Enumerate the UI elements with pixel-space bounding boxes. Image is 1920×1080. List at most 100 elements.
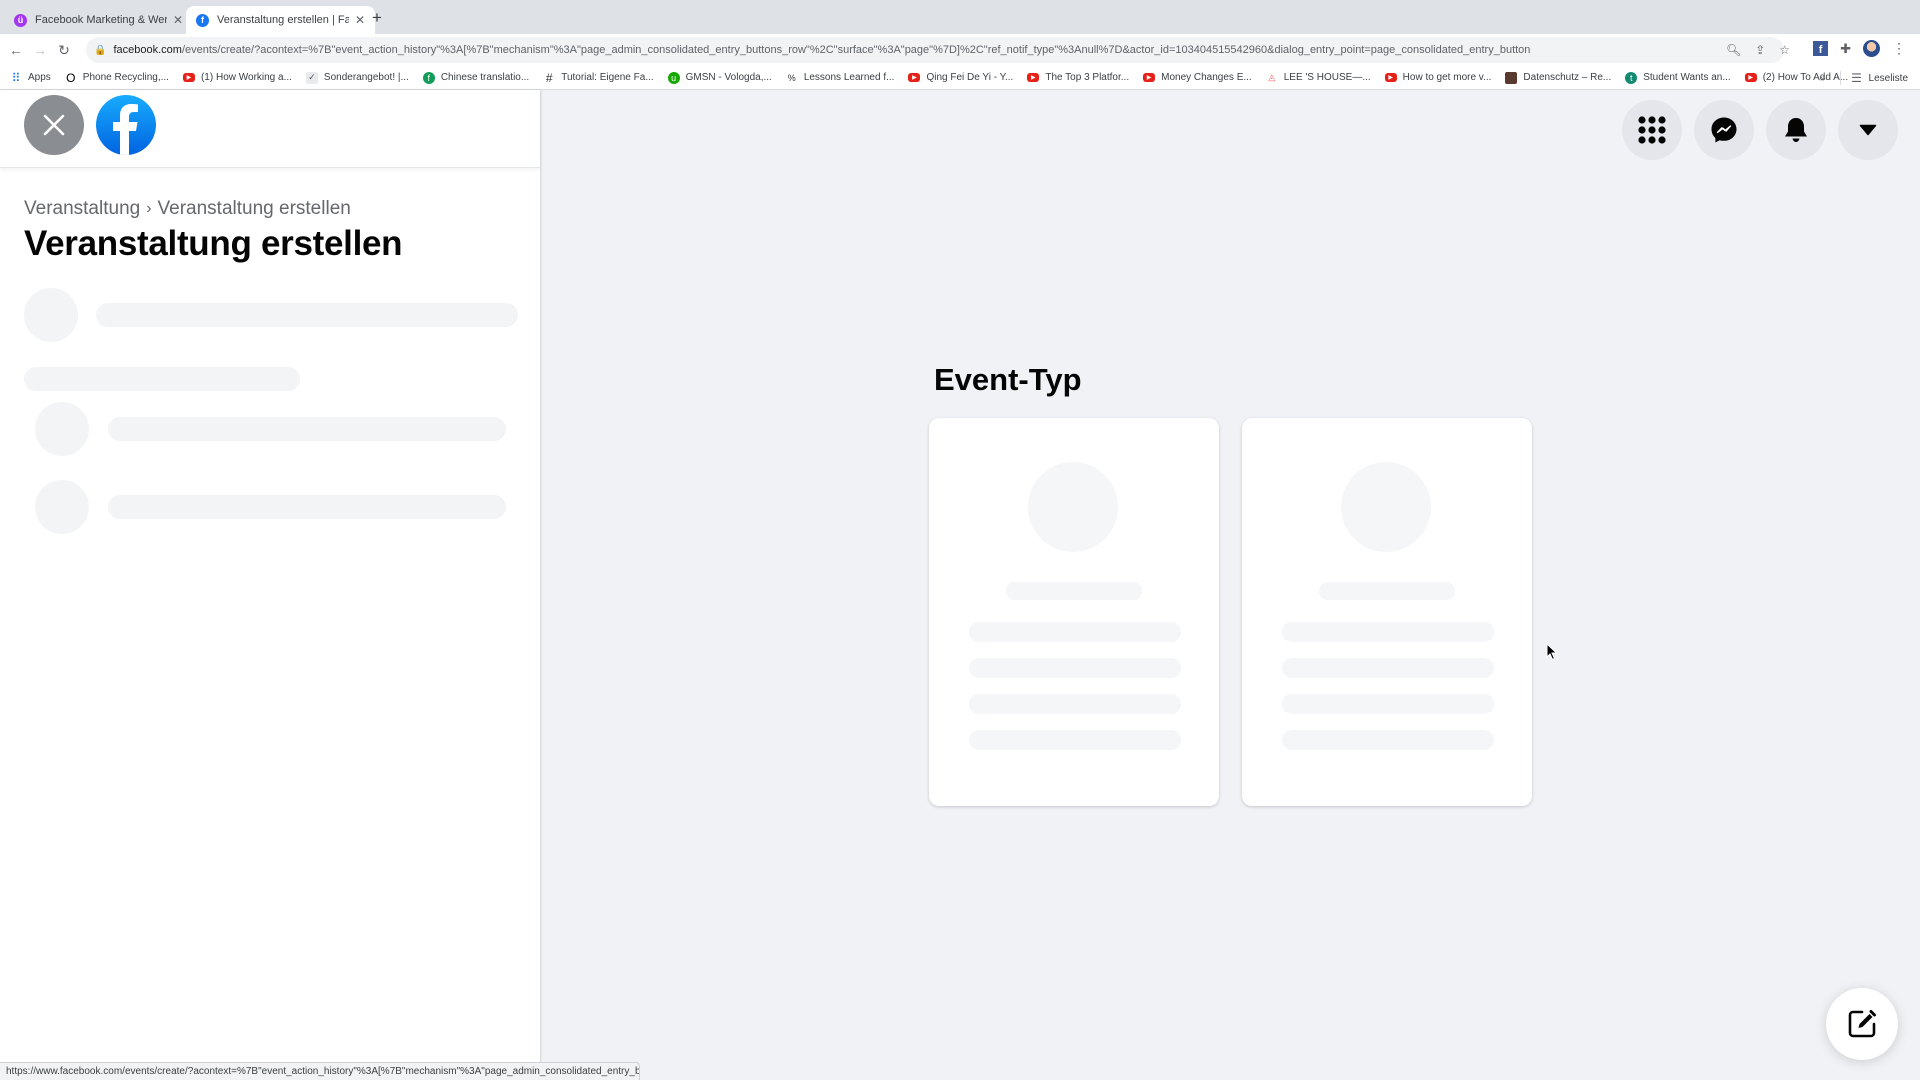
bookmark-item[interactable]: ⠿ Apps xyxy=(10,71,51,85)
zoom-icon[interactable]: 🔍︎ xyxy=(1726,43,1741,57)
bookmark-item[interactable]: ▶ Qing Fei De Yi - Y... xyxy=(908,72,1013,83)
new-message-button[interactable] xyxy=(1826,988,1898,1060)
bookmark-label: Datenschutz – Re... xyxy=(1523,72,1612,83)
skeleton-line xyxy=(969,730,1181,750)
udemy-icon: ü xyxy=(14,13,27,27)
bookmark-label: Sonderangebot! |... xyxy=(323,72,409,83)
bookmark-item[interactable]: ▶ The Top 3 Platfor... xyxy=(1027,72,1129,83)
breadcrumb-separator: › xyxy=(146,200,152,217)
new-tab-button[interactable]: + xyxy=(372,8,382,28)
skeleton-avatar xyxy=(24,288,78,342)
bookmark-label: Student Wants an... xyxy=(1643,72,1731,83)
bookmark-item[interactable]: % Lessons Learned f... xyxy=(786,72,895,84)
bookmark-item[interactable]: ✓ Sonderangebot! |... xyxy=(305,71,409,84)
bookmark-label: Money Changes E... xyxy=(1161,72,1252,83)
skeleton-line xyxy=(1282,694,1494,714)
more-bookmarks-button[interactable]: » xyxy=(1820,73,1826,84)
youtube-icon: ▶ xyxy=(1143,73,1156,82)
skeleton-line xyxy=(1006,582,1142,600)
share-icon[interactable]: ⇪ xyxy=(1755,43,1765,57)
skeleton-image xyxy=(1028,462,1118,552)
reading-list-button[interactable]: ☰ Leseliste xyxy=(1851,71,1908,85)
event-type-card-loading[interactable] xyxy=(1242,418,1532,806)
skeleton-line xyxy=(96,303,518,327)
facebook-icon: f xyxy=(196,13,209,27)
skeleton-line xyxy=(969,694,1181,714)
skeleton-line xyxy=(1282,730,1494,750)
notifications-button[interactable] xyxy=(1766,100,1826,160)
bookmark-label: Chinese translatio... xyxy=(440,72,530,83)
compose-edit-icon xyxy=(1848,1010,1876,1038)
browser-tab-udemy[interactable]: ü Facebook Marketing & Werbea ✕ xyxy=(4,6,193,34)
link-status-bar: https://www.facebook.com/events/create/?… xyxy=(0,1062,640,1080)
youtube-icon: ▶ xyxy=(1384,73,1397,82)
image-thumb-icon xyxy=(1505,71,1518,84)
bookmark-item[interactable]: f Chinese translatio... xyxy=(422,71,530,84)
facebook-logo[interactable] xyxy=(96,95,156,155)
facebook-f-icon xyxy=(113,104,138,155)
percent-icon: % xyxy=(787,72,796,83)
bookmark-item[interactable]: # Tutorial: Eigene Fa... xyxy=(543,71,654,85)
bookmark-item[interactable]: Datenschutz – Re... xyxy=(1505,71,1612,84)
event-type-heading: Event-Typ xyxy=(934,362,1082,397)
reading-list-label: Leseliste xyxy=(1868,72,1908,84)
o2-icon: O xyxy=(66,70,76,85)
breadcrumb-events-link[interactable]: Veranstaltung xyxy=(24,198,140,220)
bookmark-label: Apps xyxy=(28,72,51,83)
skeleton-avatar xyxy=(35,480,89,534)
bookmark-label: Lessons Learned f... xyxy=(803,72,895,83)
back-arrow-icon[interactable]: ← xyxy=(4,42,28,58)
bookmark-label: Phone Recycling,... xyxy=(82,72,169,83)
browser-tab-facebook[interactable]: f Veranstaltung erstellen | Faceb ✕ xyxy=(186,6,376,34)
breadcrumb-current: Veranstaltung erstellen xyxy=(157,198,351,219)
profile-avatar[interactable] xyxy=(1863,40,1880,57)
bookmark-item[interactable]: ▶ (1) How Working a... xyxy=(182,72,292,83)
page-title: Veranstaltung erstellen xyxy=(24,224,403,263)
skeleton-line xyxy=(108,495,506,519)
facebook-page: Veranstaltung › Veranstaltung erstellen … xyxy=(0,90,1920,1080)
facebook-extension-icon[interactable]: f xyxy=(1813,41,1829,56)
browser-menu-icon[interactable]: ⋮ xyxy=(1892,40,1906,57)
close-icon xyxy=(43,114,65,136)
upwork-icon: u xyxy=(667,71,680,84)
airbnb-icon: ◬ xyxy=(1268,72,1276,82)
youtube-icon: ▶ xyxy=(908,73,921,82)
close-button[interactable] xyxy=(24,95,84,155)
bookmark-item[interactable]: ▶ Money Changes E... xyxy=(1143,72,1252,83)
account-button[interactable] xyxy=(1838,100,1898,160)
menu-button[interactable] xyxy=(1622,100,1682,160)
bookmark-label: Qing Fei De Yi - Y... xyxy=(926,72,1014,83)
address-bar[interactable]: 🔒 facebook.com/events/create/?acontext=%… xyxy=(86,37,1784,63)
skeleton-image xyxy=(1341,462,1431,552)
mouse-cursor-icon xyxy=(1546,643,1558,661)
messenger-button[interactable] xyxy=(1694,100,1754,160)
skeleton-line xyxy=(108,417,506,441)
url-host: facebook.com xyxy=(113,44,182,56)
skeleton-line xyxy=(1319,582,1455,600)
bookmark-label: LEE 'S HOUSE—... xyxy=(1283,72,1371,83)
close-tab-icon[interactable]: ✕ xyxy=(173,13,183,27)
bookmarks-bar: ⠿ Apps O Phone Recycling,... ▶ (1) How Workin… xyxy=(0,66,1920,90)
bookmark-item[interactable]: ▶ How to get more v... xyxy=(1384,72,1491,83)
reading-list-icon: ☰ xyxy=(1851,71,1862,85)
skeleton-avatar xyxy=(35,402,89,456)
close-tab-icon[interactable]: ✕ xyxy=(355,13,365,27)
youtube-icon: ▶ xyxy=(1744,73,1757,82)
forward-arrow-icon[interactable]: → xyxy=(28,42,52,58)
bookmark-item[interactable]: O Phone Recycling,... xyxy=(65,70,169,85)
reload-icon[interactable]: ↻ xyxy=(52,42,76,59)
tab-title: Veranstaltung erstellen | Faceb xyxy=(217,14,349,26)
menu-grid-icon xyxy=(1638,116,1666,144)
youtube-icon: ▶ xyxy=(1027,73,1040,82)
top-nav-buttons xyxy=(1622,100,1898,160)
bookmark-item[interactable]: u GMSN - Vologda,... xyxy=(667,71,772,84)
bookmark-item[interactable]: t Student Wants an... xyxy=(1625,71,1731,84)
bookmark-item[interactable]: ◬ LEE 'S HOUSE—... xyxy=(1266,72,1371,84)
bookmark-label: Tutorial: Eigene Fa... xyxy=(561,72,654,83)
event-type-card-loading[interactable] xyxy=(929,418,1219,806)
bookmark-star-icon[interactable]: ☆ xyxy=(1779,43,1790,57)
sidebar-header xyxy=(0,90,540,168)
bookmark-label: The Top 3 Platfor... xyxy=(1045,72,1130,83)
skeleton-line xyxy=(24,367,300,391)
extensions-puzzle-icon[interactable]: ✚ xyxy=(1840,41,1851,57)
